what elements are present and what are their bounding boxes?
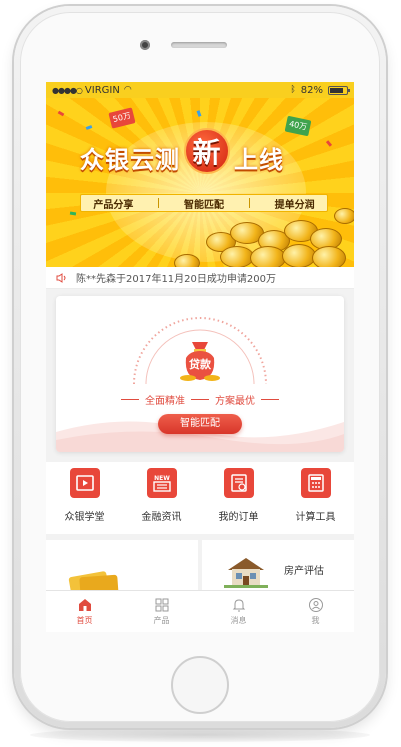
house-icon xyxy=(224,558,268,588)
tab-products[interactable]: 产品 xyxy=(123,591,200,632)
tab-label: 消息 xyxy=(230,616,247,625)
home-button[interactable] xyxy=(171,656,229,714)
bell-icon xyxy=(232,599,245,612)
coin xyxy=(334,208,354,224)
confetti xyxy=(85,125,93,130)
wifi-icon: ◠ xyxy=(123,85,132,95)
quick-action-orders[interactable]: 我的订单 xyxy=(203,468,275,534)
slogan-divider xyxy=(261,399,279,400)
bluetooth-icon: ᛒ xyxy=(290,85,296,95)
battery-icon xyxy=(328,85,350,95)
red-packet-left: 50万 xyxy=(108,107,136,129)
loan-match-card[interactable]: 贷款 全面精准 方案最优 智能匹配 xyxy=(56,296,344,452)
confetti xyxy=(196,110,202,117)
tab-label: 我 xyxy=(311,616,320,625)
property-eval-label: 房产评估 xyxy=(284,566,324,577)
coin xyxy=(312,246,346,267)
quick-action-label: 众银学堂 xyxy=(64,512,105,523)
quick-action-label: 金融资讯 xyxy=(141,512,182,523)
svg-text:NEW: NEW xyxy=(154,475,170,482)
slogan-text: 全面精准 xyxy=(145,396,185,407)
coin xyxy=(174,254,200,267)
coin xyxy=(282,244,316,267)
video-icon xyxy=(69,468,100,498)
loan-bag-label: 贷款 xyxy=(189,358,211,371)
news-icon: NEW xyxy=(146,468,177,498)
banner-title: 众银云测 新 上线 xyxy=(80,128,284,180)
status-bar: ●●●●○ VIRGIN ◠ ᛒ 82% xyxy=(46,82,354,98)
banner-title-part1: 众银云测 xyxy=(80,145,180,174)
coin xyxy=(220,246,254,267)
banner-tag: 产品分享 xyxy=(93,199,134,211)
red-packet-right: 40万 xyxy=(284,115,312,137)
calculator-icon xyxy=(300,468,331,498)
user-icon xyxy=(308,598,323,612)
coin xyxy=(250,246,286,267)
home-icon xyxy=(78,599,91,611)
grid-icon xyxy=(155,598,168,612)
quick-action-label: 我的订单 xyxy=(218,512,259,523)
confetti xyxy=(325,140,333,147)
smart-match-button[interactable]: 智能匹配 xyxy=(158,414,242,434)
slogan-divider xyxy=(121,399,139,400)
battery-percent: 82% xyxy=(300,84,323,96)
carrier-name: VIRGIN xyxy=(84,84,120,96)
loan-slogans: 全面精准 方案最优 xyxy=(56,392,344,407)
tab-label: 产品 xyxy=(153,616,170,625)
quick-action-news[interactable]: NEW 金融资讯 xyxy=(126,468,198,534)
front-camera xyxy=(140,40,150,50)
quick-action-calculator[interactable]: 计算工具 xyxy=(280,468,352,534)
confetti xyxy=(69,211,77,216)
quick-actions: 众银学堂 NEW 金融资讯 我的订单 计算工具 xyxy=(46,462,354,534)
earpiece-speaker xyxy=(171,42,227,48)
slogan-divider xyxy=(191,399,209,400)
tab-me[interactable]: 我 xyxy=(277,591,354,632)
slogan-text: 方案最优 xyxy=(215,396,255,407)
app-screen: 50万 40万 众银云测 新 上线 产品分享 智能匹配 提单分润 ●●●●○ V… xyxy=(46,82,354,632)
bottom-tab-bar: 首页 产品 消息 我 xyxy=(46,590,354,632)
banner-title-part2: 上线 xyxy=(234,145,284,174)
tab-home[interactable]: 首页 xyxy=(46,591,123,632)
tab-messages[interactable]: 消息 xyxy=(200,591,277,632)
notice-ticker[interactable]: 陈**先森于2017年11月20日成功申请200万 xyxy=(46,267,354,289)
order-icon xyxy=(223,468,254,498)
signal-dots-icon: ●●●●○ xyxy=(52,85,83,95)
quick-action-academy[interactable]: 众银学堂 xyxy=(49,468,121,534)
confetti xyxy=(57,110,65,117)
notice-text: 陈**先森于2017年11月20日成功申请200万 xyxy=(76,274,276,285)
device-shadow xyxy=(30,728,370,742)
speaker-icon xyxy=(56,272,66,283)
quick-action-label: 计算工具 xyxy=(295,512,336,523)
tag-divider xyxy=(158,198,160,208)
gold-coins-illustration xyxy=(166,202,354,267)
promo-banner[interactable]: 50万 40万 众银云测 新 上线 产品分享 智能匹配 提单分润 xyxy=(46,82,354,267)
status-right: ᛒ 82% xyxy=(290,84,350,96)
battery-fill xyxy=(330,87,344,93)
tab-label: 首页 xyxy=(76,616,93,625)
banner-title-highlight: 新 xyxy=(184,128,230,174)
